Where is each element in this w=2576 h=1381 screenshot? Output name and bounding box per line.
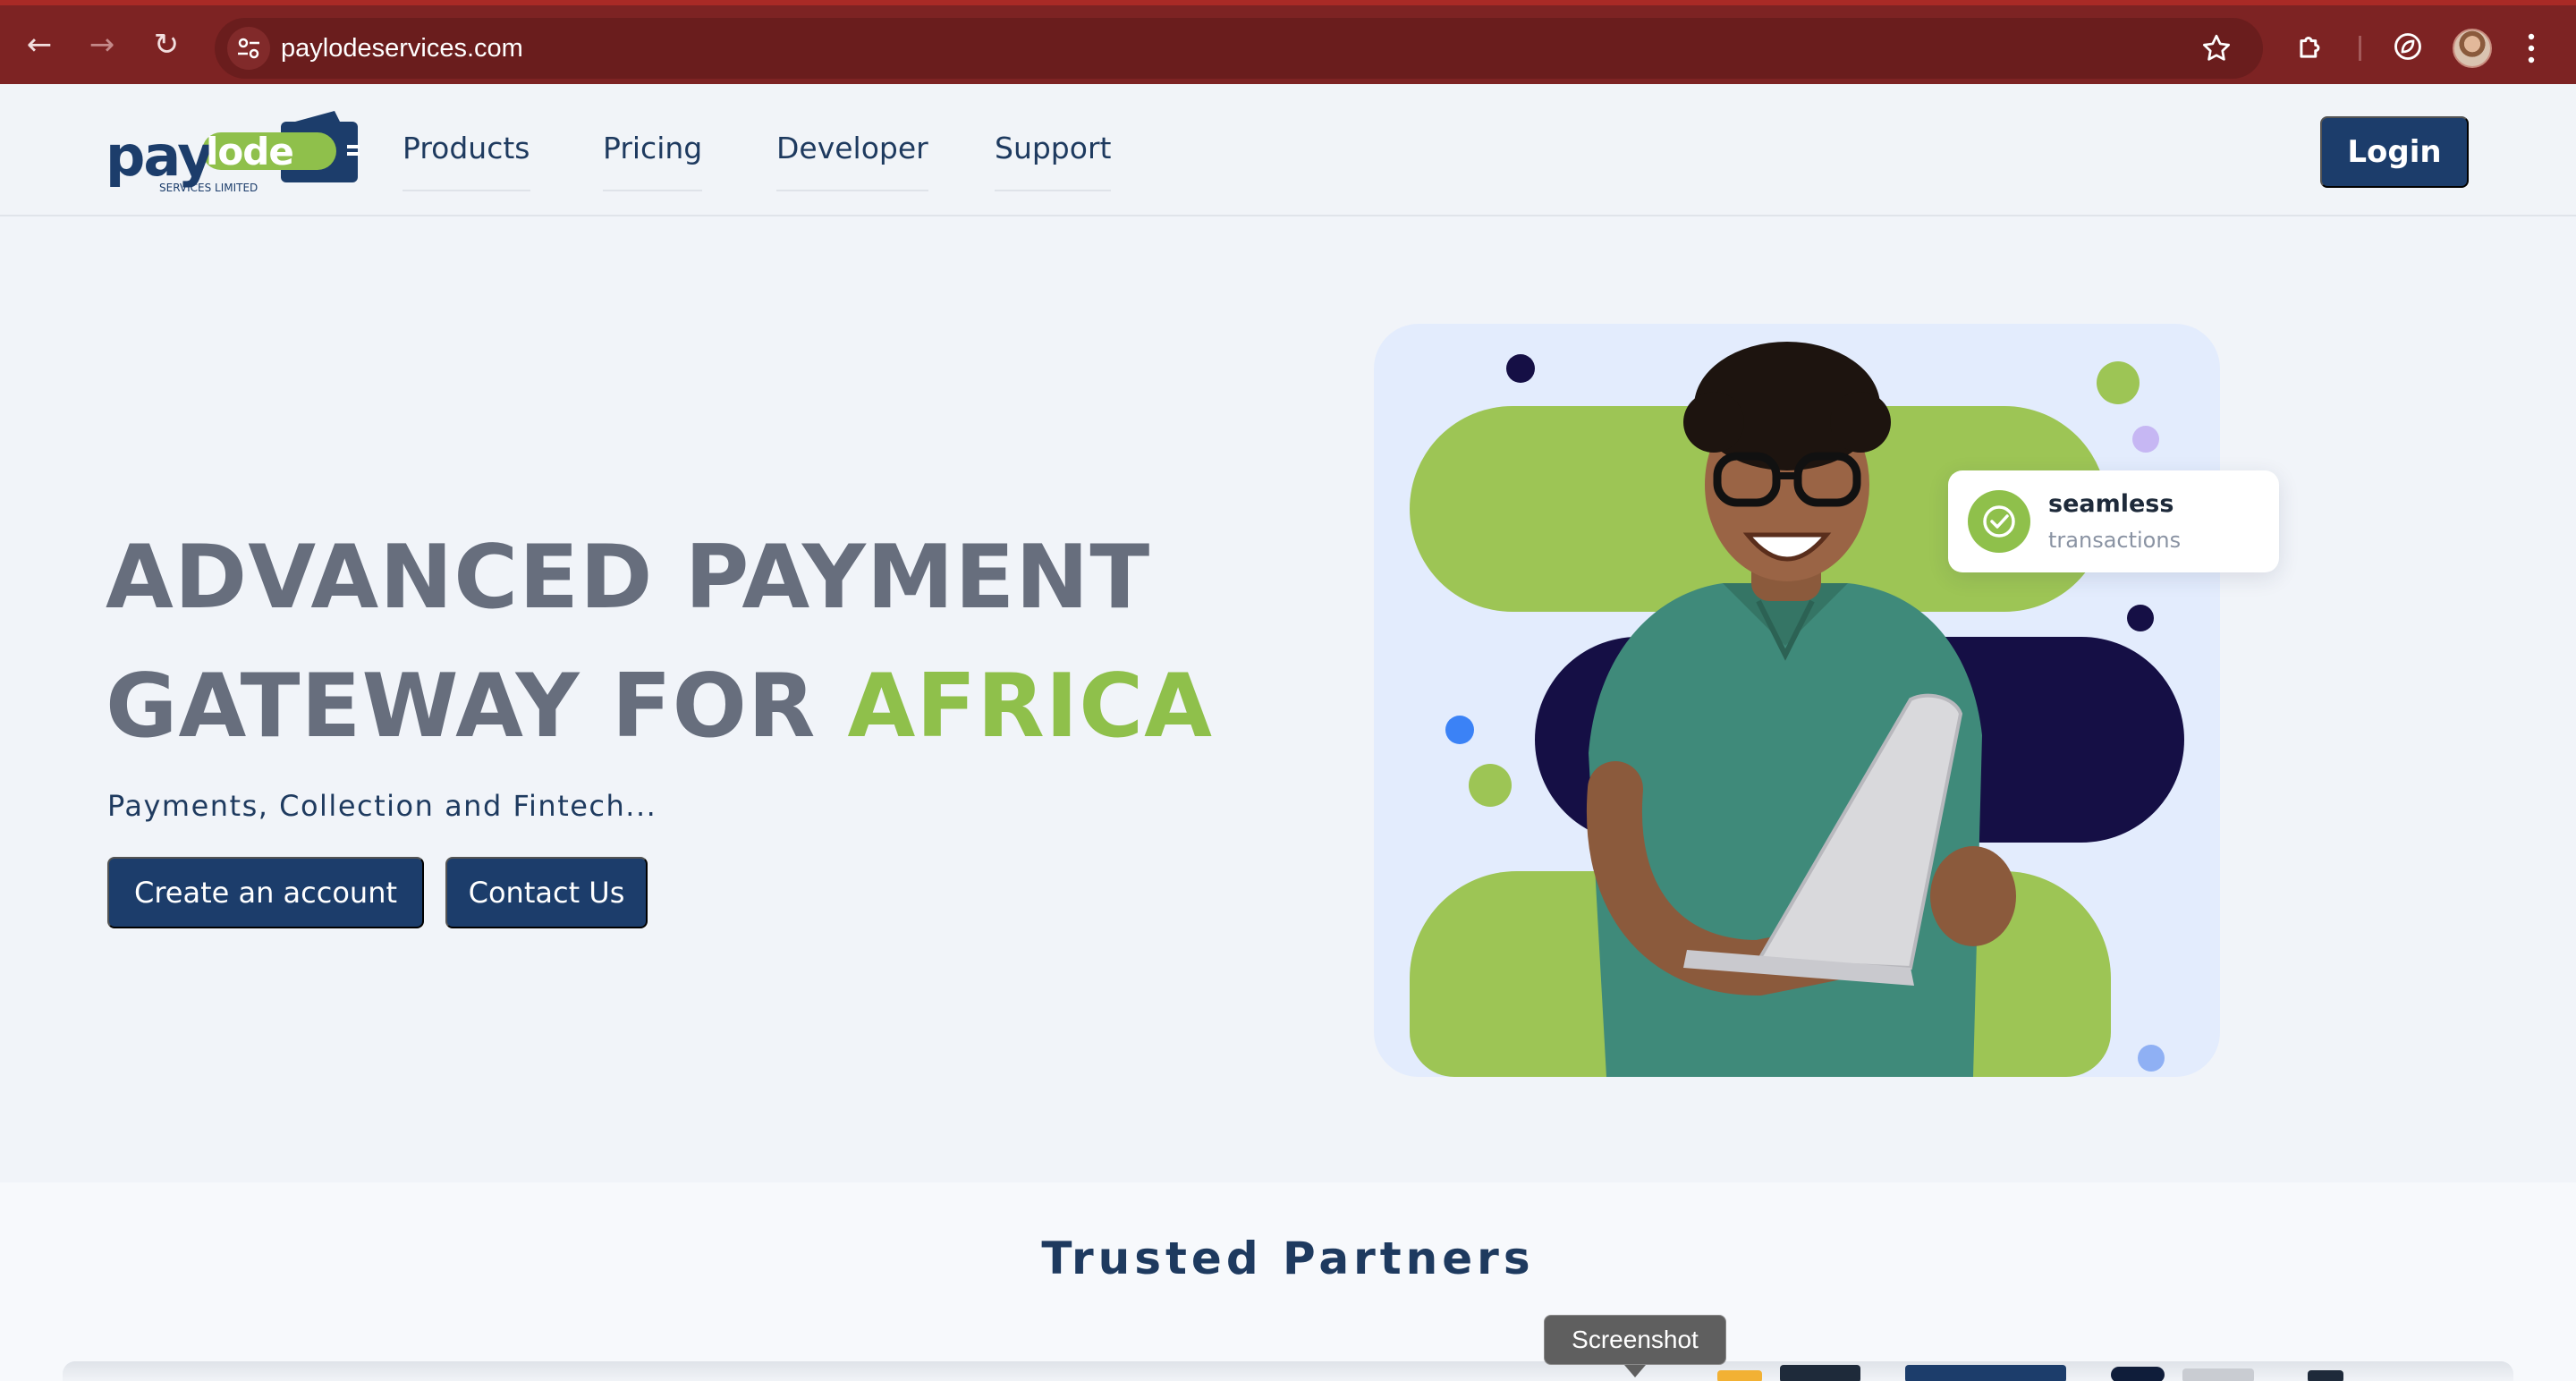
hero-title-line2: GATEWAY FOR: [106, 656, 848, 758]
hero-title-accent: AFRICA: [847, 656, 1214, 758]
puzzle-icon[interactable]: [2292, 27, 2331, 66]
contact-us-button[interactable]: Contact Us: [445, 857, 648, 928]
kebab-menu-icon[interactable]: [2522, 30, 2540, 66]
url-text[interactable]: paylodeservices.com: [281, 34, 523, 64]
decor-dot: [2132, 426, 2159, 453]
hero-title-line1: ADVANCED PAYMENT: [106, 527, 1151, 629]
partners-title: Trusted Partners: [1041, 1233, 1535, 1284]
decor-dot: [2138, 1045, 2165, 1072]
back-button[interactable]: ←: [20, 25, 59, 64]
hero-subtitle: Payments, Collection and Fintech...: [107, 789, 657, 823]
person-with-laptop-image: [1587, 342, 2016, 1077]
decor-dot: [2127, 605, 2154, 631]
browser-toolbar: ← → ↻ paylodeservices.com: [0, 0, 2576, 84]
address-bar[interactable]: paylodeservices.com: [215, 18, 2263, 79]
hero-illustration: [1374, 324, 2220, 1077]
trusted-partners-section: Trusted Partners: [0, 1182, 2576, 1381]
hero-section: ADVANCED PAYMENT GATEWAY FOR AFRICA Paym…: [0, 218, 2576, 1182]
nav-pricing[interactable]: Pricing: [603, 131, 703, 191]
paylode-logo[interactable]: pay lode SERVICES LIMITED: [106, 109, 369, 195]
partner-logos: [1682, 1361, 2415, 1381]
reload-button[interactable]: ↻: [147, 25, 186, 64]
screenshot-tooltip: Screenshot: [1544, 1315, 1726, 1365]
logo-text-lode: lode: [206, 130, 293, 174]
decor-dot: [1506, 354, 1535, 383]
toolbar-separator: [2359, 36, 2361, 61]
star-icon[interactable]: [2197, 29, 2236, 68]
seamless-transactions-badge: seamless transactions: [1948, 470, 2279, 572]
check-circle-icon: [1968, 490, 2030, 553]
forward-button[interactable]: →: [82, 25, 122, 64]
logo-tagline: SERVICES LIMITED: [159, 182, 258, 194]
login-button[interactable]: Login: [2320, 116, 2469, 188]
decor-dot: [1445, 716, 1474, 744]
decor-dot: [2097, 361, 2140, 404]
site-info-icon[interactable]: [227, 27, 270, 70]
decor-dot: [1469, 764, 1512, 807]
nav-developer[interactable]: Developer: [776, 131, 928, 191]
badge-title: seamless: [2048, 490, 2174, 518]
nav-support[interactable]: Support: [995, 131, 1112, 191]
leaf-icon[interactable]: [2388, 27, 2428, 66]
tooltip-tail: [1624, 1365, 1646, 1377]
create-account-button[interactable]: Create an account: [107, 857, 424, 928]
hero-title: ADVANCED PAYMENT GATEWAY FOR AFRICA: [106, 513, 1268, 771]
nav-products[interactable]: Products: [402, 131, 530, 191]
site-header: pay lode SERVICES LIMITED Products Prici…: [0, 84, 2576, 216]
badge-subtitle: transactions: [2048, 528, 2182, 553]
logo-text-pay: pay: [106, 123, 213, 189]
profile-avatar[interactable]: [2453, 29, 2492, 68]
